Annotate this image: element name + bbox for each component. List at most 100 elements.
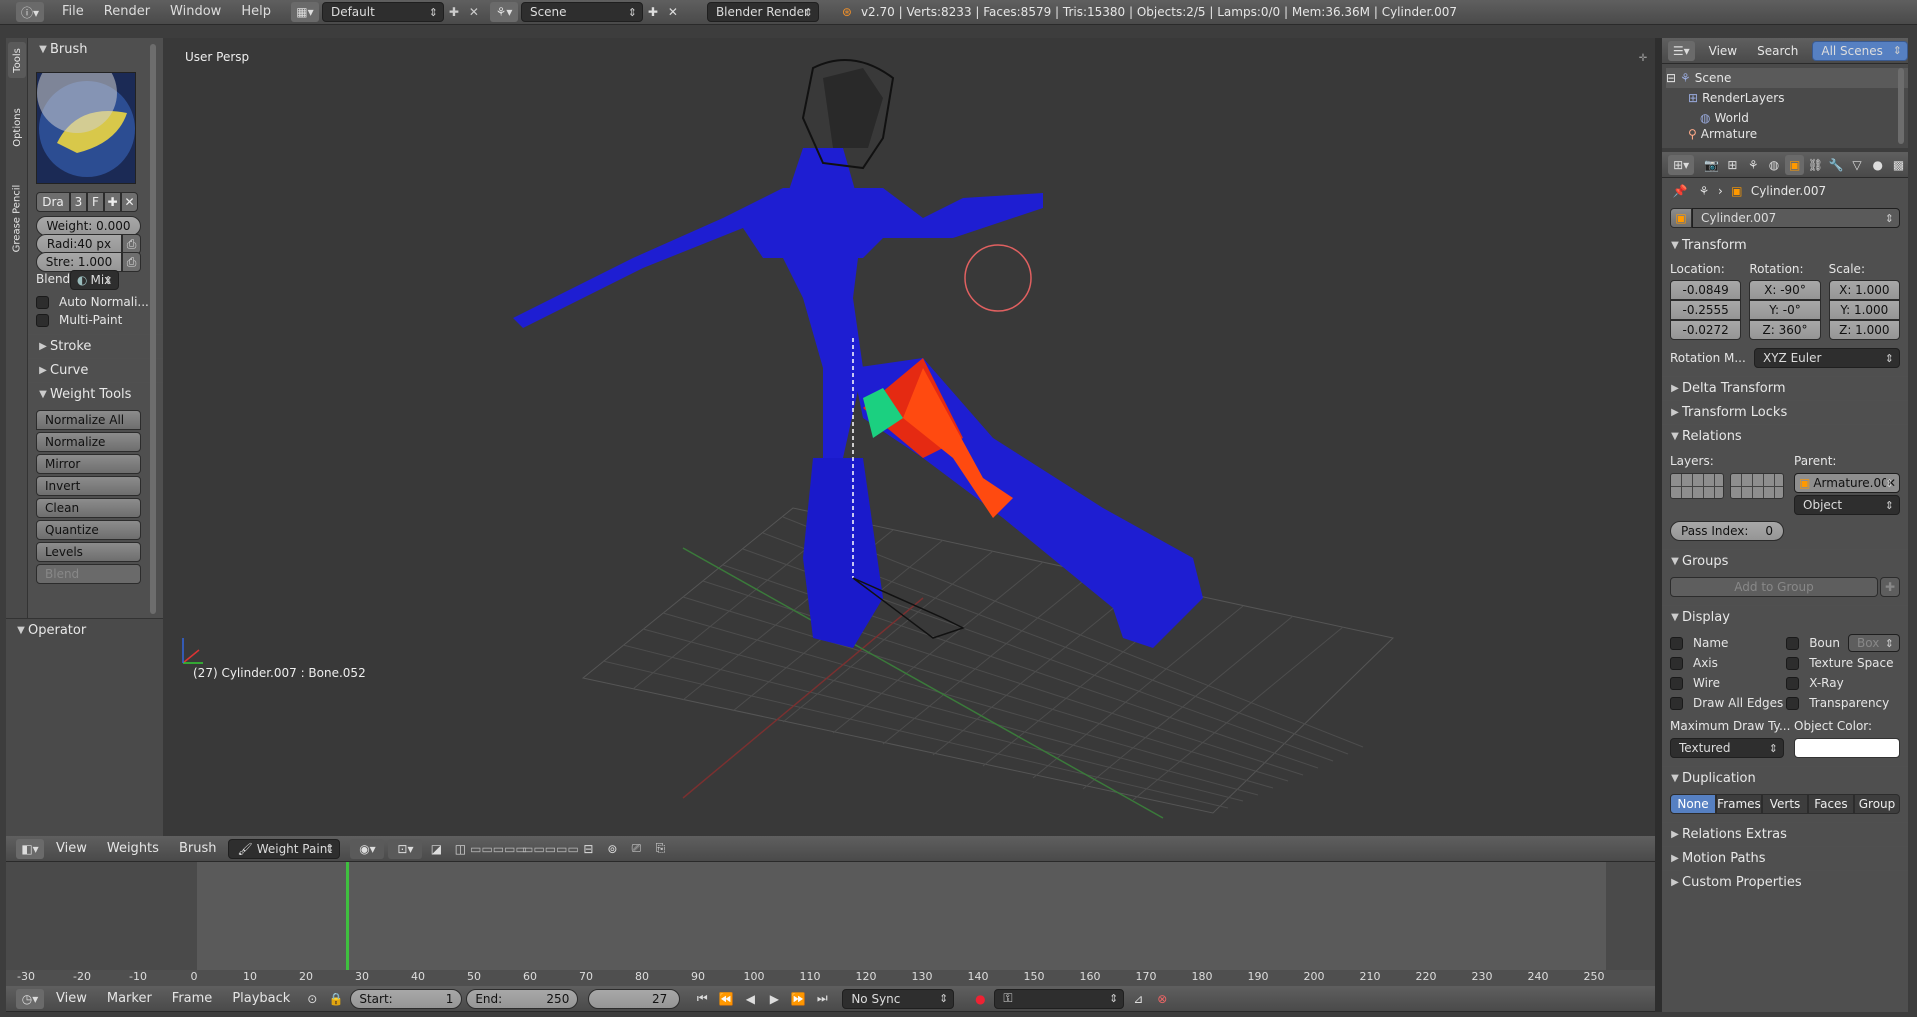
jump-key-forward-icon[interactable]: ⏩ <box>788 989 808 1009</box>
display-panel-header[interactable]: ▼ Display <box>1662 606 1908 629</box>
auto-normalize-checkbox[interactable]: Auto Normali... <box>36 292 149 312</box>
pass-index-field[interactable]: Pass Index: 0 <box>1670 521 1784 541</box>
mask-vertex-icon[interactable]: ◫ <box>450 839 470 859</box>
material-tab-icon[interactable]: ● <box>1868 155 1887 175</box>
viewport-menu-brush[interactable]: Brush <box>171 841 225 856</box>
timeline[interactable]: -30 -20 -10 0 10 20 30 40 50 60 70 80 90 100 110 120 130… <box>6 862 1655 986</box>
invert-button[interactable]: Invert <box>36 476 141 496</box>
outliner-scrollbar[interactable] <box>1898 68 1904 144</box>
layer-buttons-2-icon[interactable]: ▭▭▭▭▭ <box>522 839 579 859</box>
rotation-mode-select[interactable]: XYZ Euler <box>1754 348 1900 368</box>
jump-start-icon[interactable]: ⏮ <box>692 989 712 1009</box>
timeline-menu-view[interactable]: View <box>48 991 95 1006</box>
properties-editor-icon[interactable]: ⊞▾ <box>1668 154 1695 175</box>
transform-locks-panel-header[interactable]: ▶ Transform Locks <box>1662 401 1908 424</box>
render-anim-icon[interactable]: ⎘ <box>650 839 670 859</box>
dup-verts-button[interactable]: Verts <box>1762 794 1808 814</box>
transform-panel-header[interactable]: ▼ Transform <box>1662 234 1908 256</box>
weight-tools-panel-header[interactable]: ▼ Weight Tools <box>36 383 131 405</box>
layout-grid-icon[interactable]: ▦▾ <box>290 2 319 22</box>
motion-paths-panel-header[interactable]: ▶ Motion Paths <box>1662 847 1908 870</box>
object-tab-icon[interactable]: ▣ <box>1785 154 1805 175</box>
stroke-panel-header[interactable]: ▶ Stroke <box>36 335 91 357</box>
record-icon[interactable]: ● <box>970 989 990 1009</box>
menu-window[interactable]: Window <box>160 0 231 24</box>
scale-z-field[interactable]: Z: 1.000 <box>1828 320 1900 340</box>
groups-panel-header[interactable]: ▼ Groups <box>1662 550 1908 573</box>
dup-group-button[interactable]: Group <box>1854 794 1900 814</box>
brush-preview[interactable] <box>36 72 136 184</box>
area-divider[interactable] <box>1655 38 1662 1012</box>
brush-users-count[interactable]: 3 <box>70 192 87 212</box>
3d-viewport[interactable]: User Persp (27) Cylinder.007: Bone.052 … <box>163 38 1655 836</box>
location-x-field[interactable]: -0.0849 <box>1670 280 1742 300</box>
rotation-y-field[interactable]: Y: -0° <box>1749 300 1821 320</box>
viewport-menu-view[interactable]: View <box>48 841 95 856</box>
weight-field[interactable]: Weight: 0.000 <box>36 216 141 236</box>
max-draw-type-select[interactable]: Textured <box>1670 738 1784 758</box>
viewport-menu-weights[interactable]: Weights <box>99 841 167 856</box>
display-all-edges-checkbox[interactable]: Draw All Edges <box>1670 693 1786 713</box>
insert-keyframe-icon[interactable]: ⊿ <box>1128 989 1148 1009</box>
delete-keyframe-icon[interactable]: ⊗ <box>1152 989 1172 1009</box>
tab-grease-pencil[interactable]: Grease Pencil <box>8 178 26 258</box>
layout-select[interactable]: Default <box>321 2 444 22</box>
bounds-type-select[interactable]: Box <box>1848 634 1900 652</box>
start-frame-field[interactable]: Start: 1 <box>350 988 463 1009</box>
add-brush-icon[interactable]: ✚ <box>104 192 121 212</box>
mirror-button[interactable]: Mirror <box>36 454 141 474</box>
outliner-filter-select[interactable]: All Scenes <box>1812 40 1908 61</box>
renderlayer-tab-icon[interactable]: ⊞ <box>1723 155 1742 175</box>
tab-tools[interactable]: Tools <box>8 42 26 78</box>
operator-panel-header[interactable]: ▼ Operator <box>6 619 163 641</box>
rotation-x-field[interactable]: X: -90° <box>1749 280 1821 300</box>
mask-face-icon[interactable]: ◪ <box>426 839 446 859</box>
brush-panel-header[interactable]: ▼ Brush <box>28 38 163 60</box>
play-reverse-icon[interactable]: ◀ <box>740 989 760 1009</box>
dup-frames-button[interactable]: Frames <box>1716 794 1762 814</box>
rotation-z-field[interactable]: Z: 360° <box>1749 320 1821 340</box>
scale-y-field[interactable]: Y: 1.000 <box>1828 300 1900 320</box>
render-preview-icon[interactable]: ⊚ <box>602 839 622 859</box>
info-editor-icon[interactable]: ⓘ▾ <box>16 2 44 22</box>
current-frame-line[interactable] <box>346 862 349 970</box>
render-engine-select[interactable]: Blender Render <box>706 2 819 22</box>
timeline-menu-playback[interactable]: Playback <box>224 991 298 1006</box>
display-name-checkbox[interactable]: Name <box>1670 633 1786 653</box>
tool-shelf-scrollbar[interactable] <box>150 44 156 614</box>
menu-render[interactable]: Render <box>94 0 160 24</box>
dup-none-button[interactable]: None <box>1670 794 1716 814</box>
outliner-item-armature[interactable]: ⚲ Armature <box>1666 128 1908 140</box>
add-scene-icon[interactable]: ✚ <box>643 2 663 22</box>
layer-buttons-icon[interactable]: ▭▭▭▭▭ <box>470 839 527 859</box>
add-group-icon[interactable]: ✚ <box>1880 577 1900 597</box>
curve-panel-header[interactable]: ▶ Curve <box>36 359 88 381</box>
scene-select[interactable]: Scene <box>520 2 643 22</box>
pivot-icon[interactable]: ⊡▾ <box>388 838 423 859</box>
outliner-item-renderlayers[interactable]: ⊞ RenderLayers <box>1666 88 1908 108</box>
radius-pressure-icon[interactable]: ⎙ <box>122 234 141 254</box>
keying-set-select[interactable]: ⚿ <box>994 988 1125 1009</box>
viewport-corner-plus-icon[interactable]: ✛ <box>1633 48 1653 68</box>
editor-type-icon[interactable]: ◧▾ <box>16 838 44 859</box>
scene-tab-icon[interactable]: ⚘ <box>1744 155 1763 175</box>
end-frame-field[interactable]: End: 250 <box>466 988 579 1009</box>
layers-grid[interactable] <box>1670 473 1784 499</box>
timeline-menu-frame[interactable]: Frame <box>164 991 221 1006</box>
texture-tab-icon[interactable]: ▩ <box>1889 155 1908 175</box>
brush-fake-user-toggle[interactable]: F <box>87 192 104 212</box>
display-transparency-checkbox[interactable]: Transparency <box>1786 693 1900 713</box>
scene-icon[interactable]: ⚘▾ <box>489 2 518 22</box>
relations-extras-panel-header[interactable]: ▶ Relations Extras <box>1662 823 1908 846</box>
parent-type-select[interactable]: Object <box>1794 495 1900 515</box>
duplication-panel-header[interactable]: ▼ Duplication <box>1662 767 1908 790</box>
jump-key-back-icon[interactable]: ⏪ <box>716 989 736 1009</box>
remove-brush-icon[interactable]: ✕ <box>121 192 138 212</box>
camera-render-icon[interactable]: ⎚ <box>626 839 646 859</box>
shading-sphere-icon[interactable]: ◉▾ <box>350 838 385 859</box>
world-tab-icon[interactable]: ◍ <box>1765 155 1784 175</box>
quantize-button[interactable]: Quantize <box>36 520 141 540</box>
add-layout-icon[interactable]: ✚ <box>444 2 464 22</box>
blend-button[interactable]: Blend <box>36 564 141 584</box>
multi-paint-checkbox[interactable]: Multi-Paint <box>36 310 122 330</box>
